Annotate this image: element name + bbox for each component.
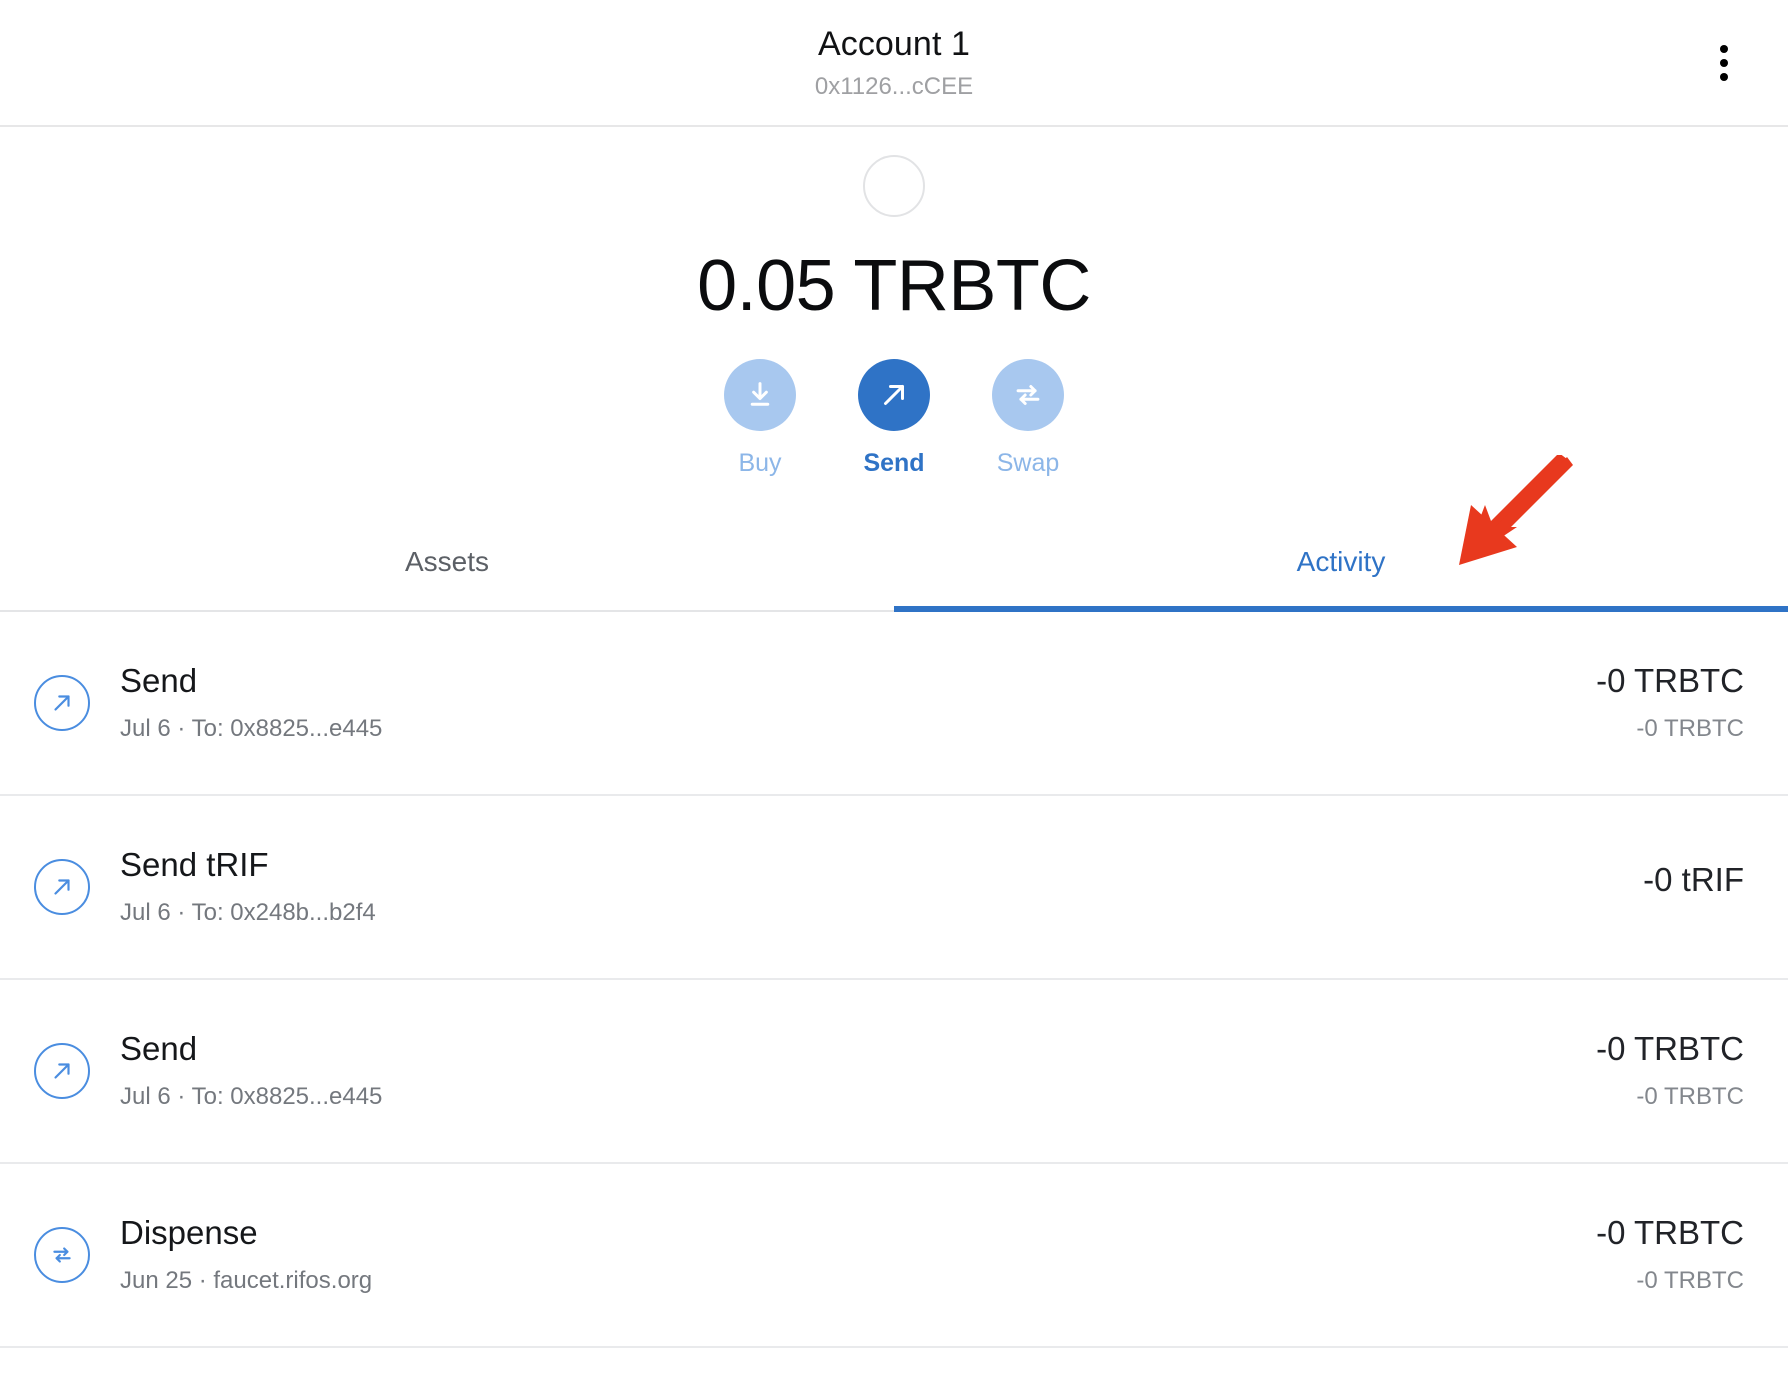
arrow-up-right-icon bbox=[34, 858, 90, 915]
tx-amount-primary: -0 TRBTC bbox=[1596, 662, 1744, 700]
account-address: 0x1126...cCEE bbox=[814, 72, 974, 100]
arrow-up-right-icon bbox=[34, 1042, 90, 1099]
balance-section: 0.05 TRBTC Buy Send Swap bbox=[0, 127, 1788, 478]
tx-amount-primary: -0 TRBTC bbox=[1596, 1030, 1744, 1068]
swap-arrows-icon bbox=[34, 1226, 90, 1283]
tx-title: Send bbox=[120, 662, 198, 700]
tx-amounts: -0 TRBTC -0 TRBTC bbox=[1596, 661, 1744, 743]
tx-title: Send bbox=[120, 1030, 198, 1068]
buy-button[interactable]: Buy bbox=[724, 358, 796, 478]
kebab-menu-icon[interactable] bbox=[1704, 40, 1744, 86]
table-row[interactable]: Send Jul 6 · To: 0x8825...e445 -0 TRBTC … bbox=[0, 611, 1788, 796]
tab-activity[interactable]: Activity bbox=[894, 520, 1788, 612]
balance-amount: 0.05 TRBTC bbox=[697, 246, 1091, 326]
tx-amounts: -0 TRBTC -0 TRBTC bbox=[1596, 1213, 1744, 1295]
kebab-dot bbox=[1720, 72, 1728, 81]
tx-body: Send Jul 6 · To: 0x8825...e445 bbox=[120, 1029, 1596, 1111]
tx-amount-secondary: -0 TRBTC bbox=[1636, 1082, 1744, 1110]
tx-amount-secondary: -0 TRBTC bbox=[1636, 714, 1744, 742]
tx-body: Send tRIF Jul 6 · To: 0x248b...b2f4 bbox=[120, 845, 1643, 927]
swap-label: Swap bbox=[996, 448, 1060, 477]
swap-arrows-icon bbox=[992, 358, 1064, 431]
arrow-up-right-icon bbox=[858, 358, 930, 431]
page-title: Account 1 bbox=[817, 24, 971, 63]
account-header: Account 1 0x1126...cCEE bbox=[0, 0, 1788, 127]
download-arrow-icon bbox=[724, 358, 796, 431]
activity-list: Send Jul 6 · To: 0x8825...e445 -0 TRBTC … bbox=[0, 611, 1788, 1348]
action-buttons: Buy Send Swap bbox=[724, 358, 1064, 478]
tx-amount-primary: -0 TRBTC bbox=[1596, 1214, 1744, 1252]
tx-amounts: -0 tRIF bbox=[1643, 860, 1744, 914]
send-button[interactable]: Send bbox=[858, 358, 930, 478]
tx-subtitle: Jul 6 · To: 0x8825...e445 bbox=[120, 1082, 383, 1110]
tx-amounts: -0 TRBTC -0 TRBTC bbox=[1596, 1029, 1744, 1111]
tab-assets[interactable]: Assets bbox=[0, 520, 894, 610]
tx-title: Dispense bbox=[120, 1214, 258, 1252]
tx-body: Dispense Jun 25 · faucet.rifos.org bbox=[120, 1213, 1596, 1295]
tx-subtitle: Jul 6 · To: 0x8825...e445 bbox=[120, 714, 383, 742]
arrow-up-right-icon bbox=[34, 674, 90, 731]
table-row[interactable]: Send tRIF Jul 6 · To: 0x248b...b2f4 -0 t… bbox=[0, 795, 1788, 980]
swap-button[interactable]: Swap bbox=[992, 358, 1064, 478]
send-label: Send bbox=[863, 448, 925, 477]
tx-amount-secondary: -0 TRBTC bbox=[1636, 1266, 1744, 1294]
tx-subtitle: Jul 6 · To: 0x248b...b2f4 bbox=[120, 898, 376, 926]
buy-label: Buy bbox=[738, 448, 782, 477]
table-row[interactable]: Dispense Jun 25 · faucet.rifos.org -0 TR… bbox=[0, 1163, 1788, 1348]
table-row[interactable]: Send Jul 6 · To: 0x8825...e445 -0 TRBTC … bbox=[0, 979, 1788, 1164]
kebab-dot bbox=[1720, 44, 1728, 53]
wallet-app: Account 1 0x1126...cCEE 0.05 TRBTC Buy S… bbox=[0, 0, 1788, 1396]
tx-amount-primary: -0 tRIF bbox=[1643, 860, 1744, 898]
wallet-tabs: Assets Activity bbox=[0, 520, 1788, 612]
tx-body: Send Jul 6 · To: 0x8825...e445 bbox=[120, 661, 1596, 743]
token-avatar-placeholder bbox=[863, 155, 925, 217]
kebab-dot bbox=[1720, 58, 1728, 67]
tx-title: Send tRIF bbox=[120, 846, 269, 884]
tx-subtitle: Jun 25 · faucet.rifos.org bbox=[120, 1266, 373, 1294]
